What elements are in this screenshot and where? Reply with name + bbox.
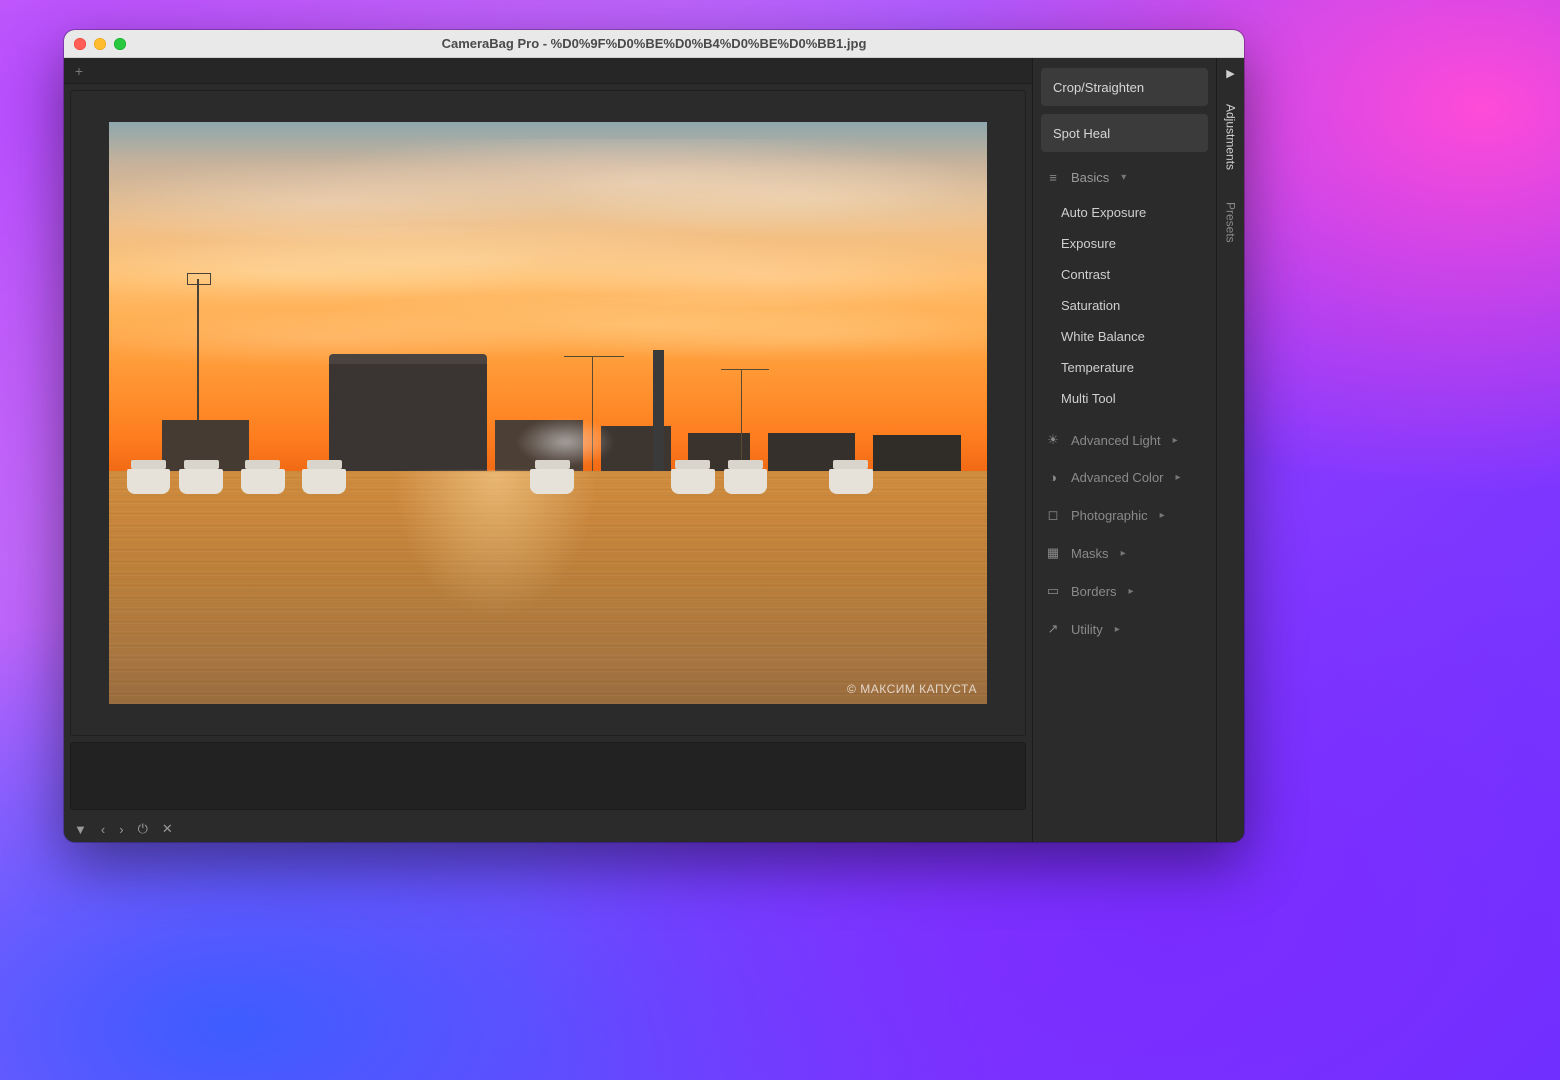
masks-icon: ▦ <box>1045 545 1061 561</box>
chevron-right-icon: ▸ <box>1173 435 1178 446</box>
item-exposure[interactable]: Exposure <box>1041 228 1208 259</box>
reset-button[interactable]: ✕ <box>162 821 173 837</box>
camera-icon: ◻ <box>1045 507 1061 523</box>
sliders-icon: ≡ <box>1045 170 1061 185</box>
section-borders-label: Borders <box>1071 584 1117 599</box>
tab-adjustments[interactable]: Adjustments <box>1224 88 1238 186</box>
adjustments-panel: Crop/Straighten Spot Heal ≡ Basics ▾ Aut… <box>1032 58 1216 842</box>
app-window: CameraBag Pro - %D0%9F%D0%BE%D0%B4%D0%BE… <box>64 30 1244 842</box>
chevron-right-icon: ▸ <box>1121 548 1126 559</box>
zoom-window-button[interactable] <box>114 38 126 50</box>
chevron-right-icon: ▸ <box>1160 510 1165 521</box>
section-masks[interactable]: ▦ Masks ▸ <box>1041 535 1208 565</box>
close-window-button[interactable] <box>74 38 86 50</box>
chevron-right-icon: ▸ <box>1115 624 1120 635</box>
filmstrip <box>70 742 1026 810</box>
sun-icon: ☀ <box>1045 432 1061 448</box>
borders-icon: ▭ <box>1045 583 1061 599</box>
main-column: + <box>64 58 1032 842</box>
section-utility-label: Utility <box>1071 622 1103 637</box>
palette-icon: ◑ <box>1045 470 1061 485</box>
canvas-area: © МАКСИМ КАПУСТА <box>70 90 1026 736</box>
tab-presets[interactable]: Presets <box>1224 186 1238 259</box>
section-advanced-light[interactable]: ☀ Advanced Light ▸ <box>1041 422 1208 452</box>
section-borders[interactable]: ▭ Borders ▸ <box>1041 573 1208 603</box>
section-advanced-color[interactable]: ◑ Advanced Color ▸ <box>1041 460 1208 489</box>
image-tab-strip: + <box>64 58 1032 84</box>
basics-items: Auto Exposure Exposure Contrast Saturati… <box>1041 197 1208 414</box>
minimize-window-button[interactable] <box>94 38 106 50</box>
titlebar: CameraBag Pro - %D0%9F%D0%BE%D0%B4%D0%BE… <box>64 30 1244 58</box>
next-image-button[interactable]: › <box>119 822 123 837</box>
chevron-right-icon: ▸ <box>1129 586 1134 597</box>
right-tab-strip: ▶ Adjustments Presets <box>1216 58 1244 842</box>
section-utility[interactable]: ↗ Utility ▸ <box>1041 611 1208 641</box>
app-body: + <box>64 58 1244 842</box>
section-advanced-light-label: Advanced Light <box>1071 433 1161 448</box>
photo-water <box>109 471 987 704</box>
section-photographic-label: Photographic <box>1071 508 1148 523</box>
photo-boats <box>109 448 987 495</box>
collapse-panel-button[interactable]: ▶ <box>1226 58 1234 88</box>
item-temperature[interactable]: Temperature <box>1041 352 1208 383</box>
prev-image-button[interactable]: ‹ <box>101 822 105 837</box>
crop-straighten-button[interactable]: Crop/Straighten <box>1041 68 1208 106</box>
spot-heal-button[interactable]: Spot Heal <box>1041 114 1208 152</box>
toggle-enable-button[interactable]: ⏻ <box>138 821 148 837</box>
chevron-down-icon: ▾ <box>1121 172 1126 183</box>
photo-watermark: © МАКСИМ КАПУСТА <box>847 682 977 696</box>
section-photographic[interactable]: ◻ Photographic ▸ <box>1041 497 1208 527</box>
item-contrast[interactable]: Contrast <box>1041 259 1208 290</box>
item-auto-exposure[interactable]: Auto Exposure <box>1041 197 1208 228</box>
bottom-toolbar: ▼ ‹ › ⏻ ✕ <box>64 816 1032 842</box>
utility-icon: ↗ <box>1045 621 1061 637</box>
image-canvas[interactable]: © МАКСИМ КАПУСТА <box>109 122 987 704</box>
section-basics-label: Basics <box>1071 170 1109 185</box>
section-advanced-color-label: Advanced Color <box>1071 470 1164 485</box>
section-masks-label: Masks <box>1071 546 1109 561</box>
item-saturation[interactable]: Saturation <box>1041 290 1208 321</box>
bottom-menu-button[interactable]: ▼ <box>74 822 87 837</box>
item-multi-tool[interactable]: Multi Tool <box>1041 383 1208 414</box>
item-white-balance[interactable]: White Balance <box>1041 321 1208 352</box>
add-tab-button[interactable]: + <box>70 62 88 80</box>
chevron-right-icon: ▸ <box>1176 472 1181 483</box>
section-basics[interactable]: ≡ Basics ▾ <box>1041 160 1208 189</box>
window-controls <box>74 38 126 50</box>
window-title: CameraBag Pro - %D0%9F%D0%BE%D0%B4%D0%BE… <box>64 36 1244 51</box>
